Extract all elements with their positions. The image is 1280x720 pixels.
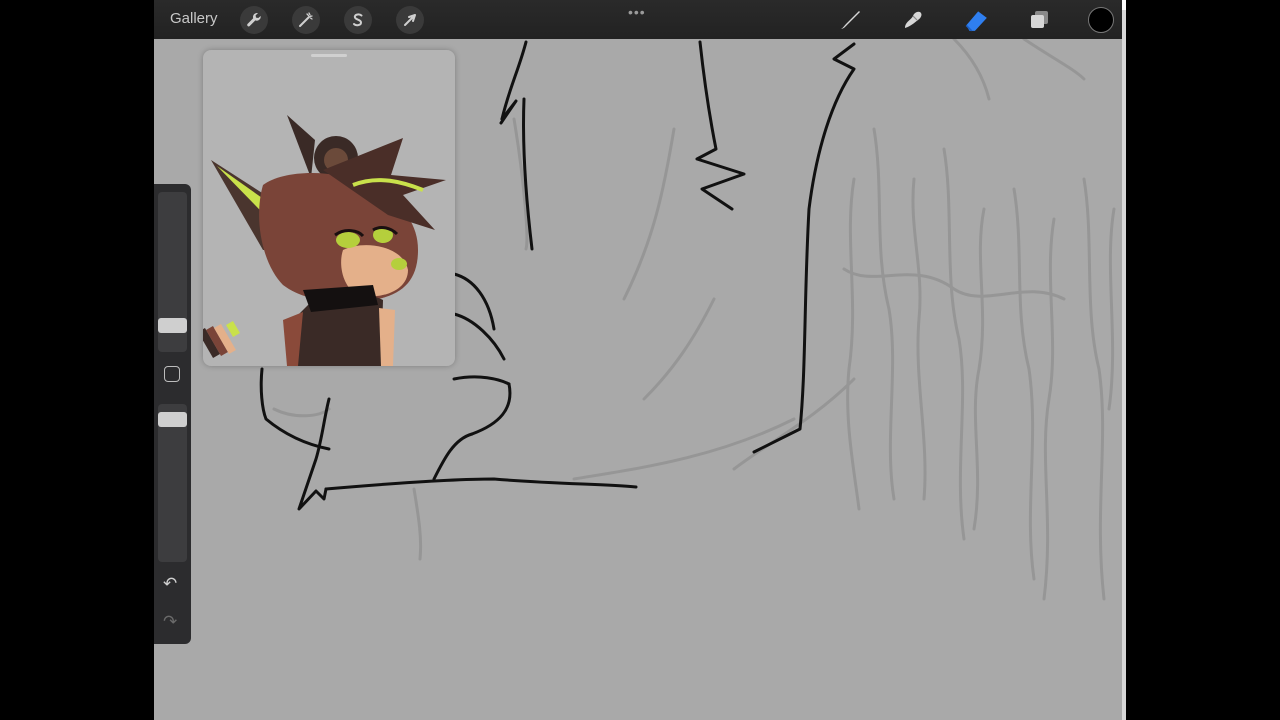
eraser-icon[interactable] — [962, 6, 990, 34]
opacity-thumb[interactable] — [158, 412, 187, 427]
top-toolbar: Gallery ••• — [154, 0, 1126, 39]
smudge-icon[interactable] — [899, 6, 927, 34]
brush-icon[interactable] — [836, 6, 864, 34]
transform-arrow-icon[interactable] — [396, 6, 424, 34]
undo-icon[interactable]: ↶ — [163, 574, 177, 594]
layers-icon[interactable] — [1025, 6, 1053, 34]
screen-edge — [1122, 0, 1126, 720]
opacity-slider[interactable] — [158, 404, 187, 562]
reference-cat-illustration — [203, 115, 446, 366]
reference-window[interactable] — [203, 50, 455, 366]
current-color-swatch[interactable] — [1088, 7, 1114, 33]
reference-drag-handle[interactable] — [311, 54, 347, 57]
left-sidebar: ↶ ↷ — [154, 184, 191, 644]
procreate-screen: Gallery ••• ↶ ↷ — [154, 0, 1126, 720]
screen-edge-top — [1122, 0, 1126, 10]
brush-size-thumb[interactable] — [158, 318, 187, 333]
selection-s-icon[interactable] — [344, 6, 372, 34]
menu-dots-icon[interactable]: ••• — [628, 4, 646, 20]
actions-wrench-icon[interactable] — [240, 6, 268, 34]
modify-button[interactable] — [164, 366, 180, 382]
redo-icon[interactable]: ↷ — [163, 612, 177, 632]
gallery-button[interactable]: Gallery — [170, 10, 218, 27]
adjustments-wand-icon[interactable] — [292, 6, 320, 34]
